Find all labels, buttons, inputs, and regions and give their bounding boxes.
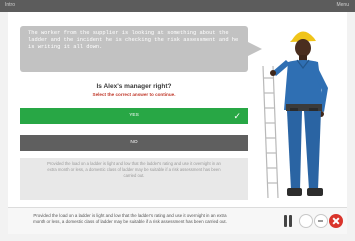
answer-yes-label: YES [129,113,139,118]
slide-content: The worker from the supplier is looking … [8,12,347,207]
menu-link[interactable]: Menu [336,2,349,8]
question-text: Is Alex's manager right? [96,83,172,90]
answer-yes-button[interactable]: YES ✓ [20,108,248,124]
checkmark-icon: ✓ [233,111,241,121]
feedback-text: Provided the load on a ladder is light a… [47,161,221,178]
answer-no-label: NO [130,140,138,145]
transcript-text: Provided the load on a ladder is light a… [33,213,227,224]
course-title: Intro [5,2,16,8]
course-player: Intro Menu The worker from the supplier … [0,0,355,241]
minus-icon[interactable] [314,214,328,228]
instruction-text: Select the correct answer to continue. [92,92,176,97]
worker-with-ladder-illustration [262,31,328,199]
player-controls-bar: Provided the load on a ladder is light a… [8,207,347,234]
feedback-panel: Provided the load on a ladder is light a… [20,158,248,200]
title-bar: Intro Menu [0,0,355,12]
speech-bubble: The worker from the supplier is looking … [20,26,248,72]
ladder-image [262,65,279,199]
pause-icon[interactable] [280,212,296,230]
speech-text: The worker from the supplier is looking … [28,30,239,50]
answer-no-button[interactable]: NO [20,135,248,151]
close-icon[interactable] [329,214,343,228]
replay-icon[interactable] [299,214,313,228]
